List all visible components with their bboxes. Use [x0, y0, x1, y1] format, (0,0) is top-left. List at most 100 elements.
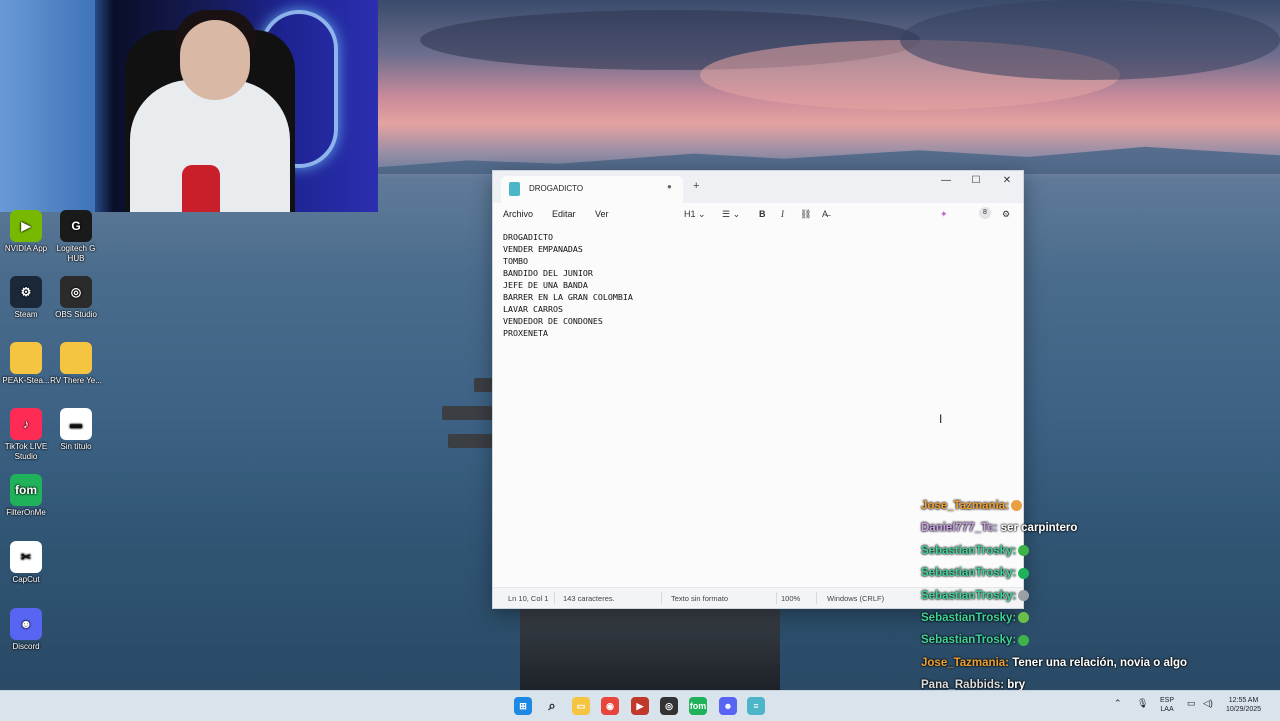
- chat-text: ser carpintero: [1000, 522, 1078, 535]
- settings-gear-icon[interactable]: ⚙: [1002, 209, 1010, 220]
- chat-emote-icon: [1018, 590, 1030, 602]
- chat-message: SebastianTrosky:: [921, 630, 1280, 652]
- editor-line: BARRER EN LA GRAN COLOMBIA: [503, 292, 633, 302]
- chat-message: Jose_Tazmania: Tener una relación, novia…: [921, 653, 1280, 675]
- chat-username: Jose_Tazmania:: [921, 500, 1009, 512]
- zoom-level[interactable]: 100%: [781, 594, 800, 603]
- taskbar-video-icon[interactable]: ▶: [631, 697, 649, 715]
- chat-emote-icon: [1018, 612, 1030, 624]
- desktop-icon-sin-t-tulo[interactable]: ▬ Sin título: [50, 408, 102, 452]
- taskbar-discord-icon[interactable]: ☻: [719, 697, 737, 715]
- app-icon: ◎: [60, 276, 92, 308]
- desktop-icon-label: FilterOnMe: [6, 508, 46, 517]
- taskbar-filteronme-icon[interactable]: fom: [689, 697, 707, 715]
- chevron-up-icon[interactable]: ⌃: [1114, 699, 1122, 708]
- menu-view[interactable]: Ver: [595, 209, 609, 219]
- desktop-icon-label: NVIDIA App: [4, 244, 48, 253]
- cursor-position: Ln 10, Col 1: [508, 594, 549, 603]
- taskbar-windows-icon[interactable]: ⊞: [514, 697, 532, 715]
- language-indicator[interactable]: ESP LAA: [1160, 696, 1174, 714]
- menu-edit[interactable]: Editar: [552, 209, 576, 219]
- editor-line: VENDEDOR DE CONDONES: [503, 316, 603, 326]
- pier-plank: [448, 434, 492, 448]
- app-icon: [10, 342, 42, 374]
- clear-formatting-icon[interactable]: A̶: [822, 209, 828, 219]
- desktop-icon-rv-there-ye[interactable]: RV There Ye...: [50, 342, 102, 386]
- desktop-icon-label: Discord: [12, 642, 40, 651]
- taskbar-explorer-icon[interactable]: ▭: [572, 697, 590, 715]
- editor-line: BANDIDO DEL JUNIOR: [503, 268, 593, 278]
- editor-line: TOMBO: [503, 256, 528, 266]
- chat-username: SebastianTrosky:: [921, 634, 1017, 647]
- line-ending[interactable]: Windows (CRLF): [827, 594, 884, 603]
- minimize-button[interactable]: —: [936, 175, 956, 186]
- microphone-icon[interactable]: 🎙: [1137, 699, 1148, 708]
- title-bar[interactable]: DROGADICTO ● + — ☐ ✕: [493, 171, 1023, 203]
- heading-dropdown[interactable]: H1 ⌄: [684, 209, 706, 220]
- app-icon: ▬: [60, 408, 92, 440]
- pier: [520, 608, 780, 690]
- desktop-icon-label: CapCut: [12, 575, 40, 584]
- menu-file[interactable]: Archivo: [503, 209, 533, 219]
- date: 10/29/2025: [1226, 706, 1262, 713]
- text-editor[interactable]: DROGADICTO VENDER EMPANADAS TOMBO BANDIDO D…: [503, 231, 633, 339]
- copilot-icon[interactable]: ✦: [940, 209, 948, 220]
- chat-message: SebastianTrosky:: [921, 586, 1280, 608]
- webcam-head: [180, 20, 250, 100]
- webcam-door: [0, 0, 95, 212]
- desktop-icon-label: TikTok LIVE Studio: [4, 442, 48, 461]
- new-tab-button[interactable]: +: [693, 180, 699, 192]
- desktop-icon-discord[interactable]: ☻ Discord: [0, 608, 52, 652]
- desktop-icon-obs-studio[interactable]: ◎ OBS Studio: [50, 276, 102, 320]
- clock[interactable]: 12:55 AM 10/29/2025: [1226, 696, 1261, 714]
- chat-username: SebastianTrosky:: [921, 611, 1017, 624]
- chat-username: SebastianTrosky:: [921, 544, 1017, 557]
- time: 12:55 AM: [1228, 697, 1259, 704]
- taskbar-chrome-icon[interactable]: ◉: [601, 697, 619, 715]
- volume-icon[interactable]: ◁): [1203, 699, 1213, 708]
- desktop-icon-capcut[interactable]: ✂ CapCut: [0, 541, 52, 585]
- chat-emote-icon: [1011, 500, 1022, 512]
- maximize-button[interactable]: ☐: [966, 175, 986, 186]
- heading-label: H1: [684, 209, 696, 219]
- unsaved-dot-icon[interactable]: ●: [667, 182, 672, 191]
- app-icon: [60, 342, 92, 374]
- chat-username: Jose_Tazmania:: [921, 656, 1009, 669]
- desktop-icon-logitech-g-hub[interactable]: G Logitech G HUB: [50, 210, 102, 264]
- list-dropdown[interactable]: ☰ ⌄: [722, 209, 740, 220]
- desktop-icon-tiktok-live-studio[interactable]: ♪ TikTok LIVE Studio: [0, 408, 52, 462]
- chat-emote-icon: [1018, 567, 1030, 579]
- app-icon: fom: [10, 474, 42, 506]
- webcam-microphone: [182, 165, 220, 212]
- chat-username: SebastianTrosky:: [921, 567, 1017, 580]
- stream-chat-overlay: Jose_Tazmania: Daniel777_Tc: ser carpinte…: [921, 496, 1280, 720]
- taskbar-obs-icon[interactable]: ◎: [660, 697, 678, 715]
- keyboard-layout: LAA: [1160, 706, 1174, 713]
- taskbar-search-icon[interactable]: ⌕: [543, 697, 561, 715]
- chat-text: Tener una relación, novia o algo: [1012, 656, 1188, 669]
- editor-line: PROXENETA: [503, 328, 548, 338]
- link-icon[interactable]: ⛓: [800, 209, 811, 220]
- account-avatar[interactable]: 8: [979, 207, 991, 219]
- desktop-icon-peak-stea[interactable]: PEAK-Stea...: [0, 342, 52, 386]
- notepad-icon: [509, 182, 520, 196]
- list-icon: ☰: [722, 209, 731, 219]
- cloud: [900, 0, 1280, 80]
- app-icon: ▶: [10, 210, 42, 242]
- editor-line: VENDER EMPANADAS: [503, 244, 583, 254]
- bold-button[interactable]: B: [759, 209, 766, 219]
- desktop-icon-label: Logitech G HUB: [56, 244, 96, 263]
- tab-document[interactable]: DROGADICTO ●: [501, 176, 683, 203]
- divider: [816, 592, 817, 604]
- italic-button[interactable]: I: [781, 209, 784, 219]
- desktop-icon-nvidia-app[interactable]: ▶ NVIDIA App: [0, 210, 52, 254]
- taskbar-notepad-icon[interactable]: ≡: [747, 697, 765, 715]
- desktop-icon-steam[interactable]: ⚙ Steam: [0, 276, 52, 320]
- app-icon: ✂: [10, 541, 42, 573]
- chat-username: Daniel777_Tc:: [921, 522, 998, 535]
- network-icon[interactable]: ▭: [1187, 699, 1196, 708]
- app-icon: ⚙: [10, 276, 42, 308]
- close-button[interactable]: ✕: [997, 175, 1017, 186]
- desktop-icon-filteronme[interactable]: fom FilterOnMe: [0, 474, 52, 518]
- app-icon: G: [60, 210, 92, 242]
